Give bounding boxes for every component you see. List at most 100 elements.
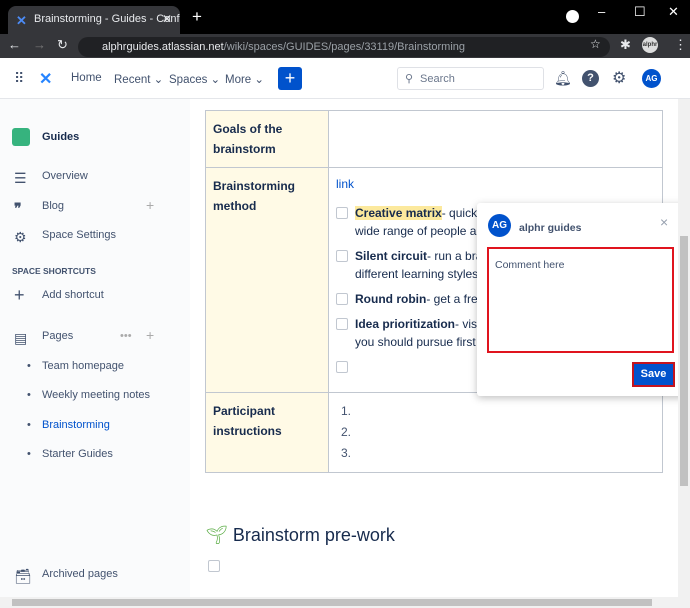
maximize-button[interactable]: ☐ [634, 4, 646, 20]
pages-label: Pages [42, 330, 74, 342]
close-tab-icon[interactable]: ✕ [162, 12, 172, 26]
create-button[interactable]: + [278, 67, 302, 90]
goals-header: Goals of the brainstorm [205, 110, 329, 168]
close-window-button[interactable]: ✕ [668, 4, 679, 20]
nav-spaces[interactable]: Spaces ⌄ [169, 72, 220, 86]
scrollbar-thumb[interactable] [680, 236, 688, 486]
tab-title: Brainstorming - Guides - Conflue [34, 13, 180, 25]
back-icon[interactable]: ← [8, 37, 21, 52]
page-label: Starter Guides [42, 448, 113, 460]
list-item: 1. [341, 404, 352, 418]
list-item: 2. [341, 425, 352, 439]
page-label: Brainstorming [42, 419, 110, 431]
app-switcher-icon[interactable]: ⠿ [14, 70, 24, 87]
seedling-icon: 🌱︎ [205, 525, 228, 545]
user-avatar[interactable]: AG [642, 69, 661, 88]
search-placeholder: Search [420, 73, 455, 85]
participants-cell[interactable]: 1. 2. 3. [328, 392, 663, 473]
section-heading: 🌱︎ Brainstorm pre-work [205, 525, 395, 546]
bullet: • [27, 360, 31, 372]
sidebar [0, 99, 190, 597]
gear-icon: ⚙ [14, 229, 27, 245]
confluence-logo-icon[interactable]: ✕ [39, 69, 52, 89]
forward-icon[interactable]: → [33, 37, 46, 52]
task-text: - vis [455, 317, 478, 331]
overview-label: Overview [42, 170, 88, 182]
nav-spaces-label: Spaces [169, 74, 208, 86]
space-settings-label: Space Settings [42, 229, 116, 241]
participants-header: Participant instructions [205, 392, 329, 473]
archived-label: Archived pages [42, 568, 118, 580]
bullet: • [27, 419, 31, 431]
more-icon[interactable]: ••• [120, 330, 132, 342]
page-label: Weekly meeting notes [42, 389, 151, 401]
task-text: - quickl [441, 206, 480, 220]
quote-icon: ❞ [14, 200, 22, 216]
link[interactable]: link [336, 176, 655, 192]
help-icon[interactable]: ? [582, 70, 599, 87]
task-title: Silent circuit [355, 249, 428, 263]
add-blog-icon[interactable]: + [146, 197, 154, 213]
url-path: /wiki/spaces/GUIDES/pages/33119/Brainsto… [223, 41, 465, 53]
checkbox[interactable] [336, 361, 348, 373]
notifications-icon[interactable]: 🔔︎ [554, 70, 572, 87]
task-text: - run a bra [427, 249, 483, 263]
new-tab-button[interactable]: + [192, 7, 202, 27]
task-text: different learning styles [355, 267, 479, 281]
task-text: you should pursue first [355, 335, 476, 349]
shortcuts-header: SPACE SHORTCUTS [12, 266, 96, 276]
browser-tab[interactable]: ✕ Brainstorming - Guides - Conflue ✕ [8, 6, 180, 34]
url-field[interactable]: alphrguides.atlassian.net/wiki/spaces/GU… [78, 37, 610, 57]
nav-more[interactable]: More ⌄ [225, 72, 264, 86]
confluence-favicon-icon: ✕ [16, 13, 27, 28]
bullet: • [27, 448, 31, 460]
close-icon[interactable]: × [660, 214, 668, 230]
settings-icon[interactable]: ⚙ [612, 68, 626, 88]
task-title: Idea prioritization [355, 317, 456, 331]
list-item: 3. [341, 446, 352, 460]
search-input[interactable]: ⚲ Search [397, 67, 544, 90]
extensions-icon[interactable]: ✱ [620, 37, 631, 53]
nav-recent[interactable]: Recent ⌄ [114, 72, 163, 86]
overview-icon: ☰ [14, 170, 27, 186]
comment-placeholder: Comment here [495, 259, 565, 271]
page-label: Team homepage [42, 360, 124, 372]
search-icon: ⚲ [405, 73, 414, 85]
checkbox[interactable] [336, 293, 348, 305]
url-host: alphrguides.atlassian.net [102, 41, 224, 53]
add-shortcut-label: Add shortcut [42, 289, 104, 301]
task-text: wide range of people ar [355, 224, 481, 238]
blog-label: Blog [42, 200, 65, 212]
checkbox[interactable] [208, 560, 220, 572]
horizontal-scrollbar-thumb[interactable] [12, 599, 652, 606]
space-name-label: Guides [42, 131, 80, 143]
task-title: Creative matrix [355, 206, 442, 220]
add-page-icon[interactable]: + [146, 327, 154, 343]
nav-recent-label: Recent [114, 74, 151, 86]
task-text: - get a fres [426, 292, 484, 306]
menu-icon[interactable]: ⋮ [674, 37, 687, 53]
commenter-avatar: AG [488, 214, 511, 237]
minimize-button[interactable]: – [598, 4, 605, 19]
profile-avatar[interactable]: alphr [642, 37, 658, 53]
method-header: Brainstorming method [205, 167, 329, 393]
nav-more-label: More [225, 74, 252, 86]
task-title: Round robin [355, 292, 427, 306]
save-button[interactable]: Save [632, 362, 675, 387]
bookmark-star-icon[interactable]: ☆ [590, 37, 601, 51]
checkbox[interactable] [336, 250, 348, 262]
checkbox[interactable] [336, 207, 348, 219]
profile-menu-icon[interactable] [566, 10, 579, 23]
comment-input[interactable]: Comment here [487, 247, 674, 353]
bullet: • [27, 389, 31, 401]
checkbox[interactable] [336, 318, 348, 330]
commenter-name: alphr guides [519, 222, 582, 234]
goals-cell[interactable] [328, 110, 663, 168]
plus-icon: + [14, 285, 25, 305]
pages-icon: ▤ [14, 330, 28, 346]
nav-home[interactable]: Home [71, 72, 102, 84]
space-logo-icon [12, 128, 30, 146]
reload-icon[interactable]: ↻ [57, 37, 68, 53]
heading-text: Brainstorm pre-work [232, 525, 395, 545]
archive-icon: 🗃︎ [14, 568, 32, 584]
